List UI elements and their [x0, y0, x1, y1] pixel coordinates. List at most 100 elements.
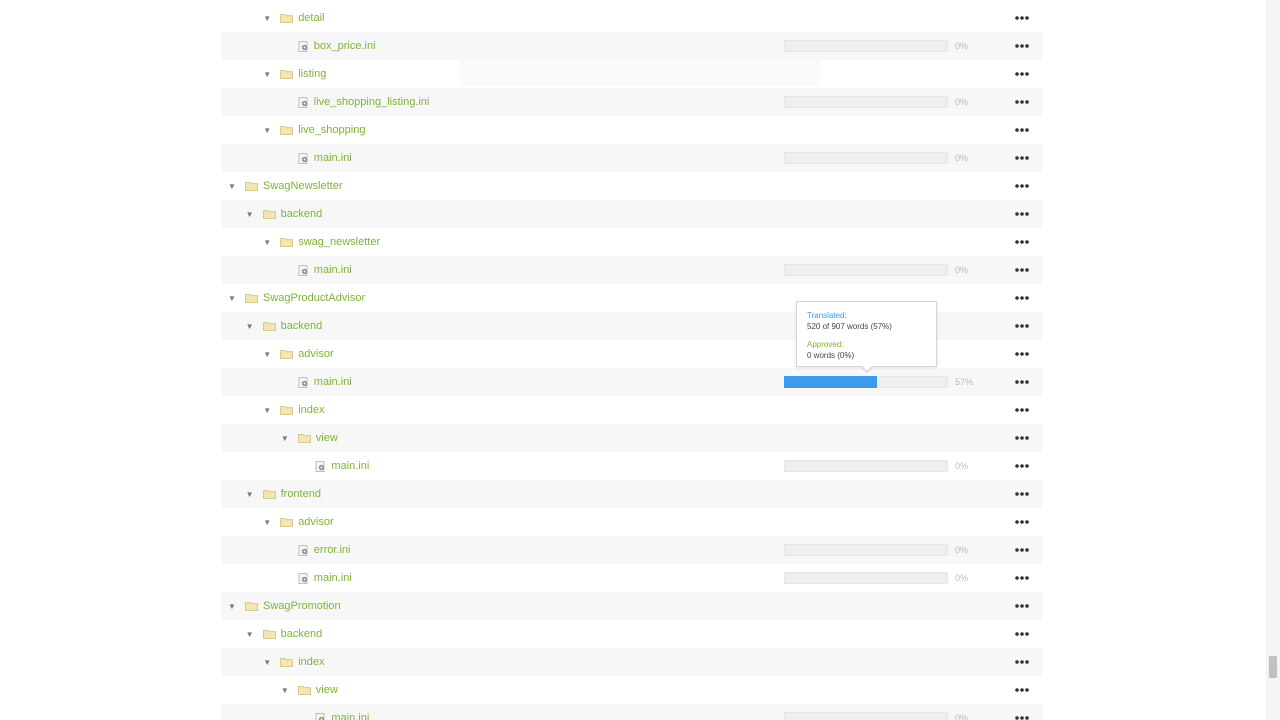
- translation-progress-bar[interactable]: [784, 460, 948, 472]
- file-name-link[interactable]: main.ini: [331, 460, 369, 472]
- folder-name-link[interactable]: backend: [281, 628, 323, 640]
- translation-progress-bar[interactable]: [784, 264, 948, 276]
- file-name-link[interactable]: main.ini: [314, 152, 352, 164]
- file-name-link[interactable]: main.ini: [314, 376, 352, 388]
- more-dots-icon[interactable]: [1012, 402, 1032, 418]
- tree-row-file[interactable]: main.ini 0%: [222, 452, 1042, 480]
- more-dots-icon[interactable]: [1012, 178, 1032, 194]
- folder-name-link[interactable]: frontend: [281, 488, 321, 500]
- file-name-link[interactable]: main.ini: [331, 712, 369, 720]
- file-name-link[interactable]: main.ini: [314, 264, 352, 276]
- folder-name-link[interactable]: SwagNewsletter: [263, 180, 342, 192]
- tree-row-folder[interactable]: ▼ advisor: [222, 508, 1042, 536]
- more-dots-icon[interactable]: [1012, 682, 1032, 698]
- folder-name-link[interactable]: SwagProductAdvisor: [263, 292, 365, 304]
- translation-progress-bar[interactable]: [784, 96, 948, 108]
- more-dots-icon[interactable]: [1012, 10, 1032, 26]
- more-dots-icon[interactable]: [1012, 598, 1032, 614]
- more-dots-icon[interactable]: [1012, 570, 1032, 586]
- tree-row-folder[interactable]: ▼ frontend: [222, 480, 1042, 508]
- more-dots-icon[interactable]: [1012, 374, 1032, 390]
- more-dots-icon[interactable]: [1012, 626, 1032, 642]
- more-dots-icon[interactable]: [1012, 486, 1032, 502]
- folder-name-link[interactable]: advisor: [298, 348, 333, 360]
- caret-down-icon[interactable]: ▼: [262, 657, 272, 667]
- tree-row-file[interactable]: main.ini 0%: [222, 256, 1042, 284]
- translation-progress-bar[interactable]: [784, 40, 948, 52]
- tree-row-folder[interactable]: ▼ listing: [222, 60, 1042, 88]
- tree-row-folder[interactable]: ▼ view: [222, 424, 1042, 452]
- more-dots-icon[interactable]: [1012, 458, 1032, 474]
- caret-down-icon[interactable]: ▼: [245, 209, 255, 219]
- caret-down-icon[interactable]: ▼: [280, 685, 290, 695]
- tree-row-file[interactable]: error.ini 0%: [222, 536, 1042, 564]
- caret-down-icon[interactable]: ▼: [245, 489, 255, 499]
- caret-down-icon[interactable]: ▼: [262, 13, 272, 23]
- caret-down-icon[interactable]: ▼: [245, 321, 255, 331]
- tree-row-file[interactable]: live_shopping_listing.ini 0%: [222, 88, 1042, 116]
- more-dots-icon[interactable]: [1012, 262, 1032, 278]
- vertical-scrollbar[interactable]: [1266, 0, 1280, 720]
- translation-progress-bar[interactable]: [784, 152, 948, 164]
- tree-row-file[interactable]: box_price.ini 0%: [222, 32, 1042, 60]
- translation-progress-bar[interactable]: [784, 712, 948, 720]
- more-dots-icon[interactable]: [1012, 654, 1032, 670]
- caret-down-icon[interactable]: ▼: [227, 601, 237, 611]
- more-dots-icon[interactable]: [1012, 234, 1032, 250]
- translation-progress-bar[interactable]: [784, 376, 948, 388]
- translation-progress-bar[interactable]: [784, 544, 948, 556]
- tree-row-folder[interactable]: ▼ index: [222, 648, 1042, 676]
- folder-name-link[interactable]: view: [316, 684, 338, 696]
- caret-down-icon[interactable]: ▼: [262, 125, 272, 135]
- folder-name-link[interactable]: SwagPromotion: [263, 600, 341, 612]
- more-dots-icon[interactable]: [1012, 290, 1032, 306]
- folder-name-link[interactable]: swag_newsletter: [298, 236, 380, 248]
- more-dots-icon[interactable]: [1012, 346, 1032, 362]
- file-name-link[interactable]: error.ini: [314, 544, 351, 556]
- more-dots-icon[interactable]: [1012, 66, 1032, 82]
- caret-down-icon[interactable]: ▼: [262, 405, 272, 415]
- tree-row-folder[interactable]: ▼ backend: [222, 620, 1042, 648]
- more-dots-icon[interactable]: [1012, 122, 1032, 138]
- folder-name-link[interactable]: index: [298, 656, 324, 668]
- more-dots-icon[interactable]: [1012, 430, 1032, 446]
- tree-row-file[interactable]: main.ini 0%: [222, 564, 1042, 592]
- file-name-link[interactable]: main.ini: [314, 572, 352, 584]
- folder-name-link[interactable]: backend: [281, 320, 323, 332]
- tree-row-folder[interactable]: ▼ view: [222, 676, 1042, 704]
- translation-progress-bar[interactable]: [784, 572, 948, 584]
- tree-row-folder[interactable]: ▼ SwagPromotion: [222, 592, 1042, 620]
- file-name-link[interactable]: live_shopping_listing.ini: [314, 96, 430, 108]
- tree-row-folder[interactable]: ▼ detail: [222, 4, 1042, 32]
- folder-name-link[interactable]: detail: [298, 12, 324, 24]
- caret-down-icon[interactable]: ▼: [227, 293, 237, 303]
- caret-down-icon[interactable]: ▼: [262, 237, 272, 247]
- tree-row-file[interactable]: main.ini 57%: [222, 368, 1042, 396]
- folder-name-link[interactable]: view: [316, 432, 338, 444]
- caret-down-icon[interactable]: ▼: [262, 69, 272, 79]
- folder-name-link[interactable]: advisor: [298, 516, 333, 528]
- folder-name-link[interactable]: listing: [298, 68, 326, 80]
- file-name-link[interactable]: box_price.ini: [314, 40, 376, 52]
- caret-down-icon[interactable]: ▼: [245, 629, 255, 639]
- scrollbar-thumb[interactable]: [1269, 656, 1277, 678]
- more-dots-icon[interactable]: [1012, 514, 1032, 530]
- caret-down-icon[interactable]: ▼: [280, 433, 290, 443]
- more-dots-icon[interactable]: [1012, 542, 1032, 558]
- more-dots-icon[interactable]: [1012, 94, 1032, 110]
- more-dots-icon[interactable]: [1012, 318, 1032, 334]
- tree-row-folder[interactable]: ▼ live_shopping: [222, 116, 1042, 144]
- more-dots-icon[interactable]: [1012, 206, 1032, 222]
- folder-name-link[interactable]: live_shopping: [298, 124, 365, 136]
- tree-row-file[interactable]: main.ini 0%: [222, 704, 1042, 720]
- folder-name-link[interactable]: index: [298, 404, 324, 416]
- tree-row-folder[interactable]: ▼ backend: [222, 200, 1042, 228]
- more-dots-icon[interactable]: [1012, 710, 1032, 720]
- caret-down-icon[interactable]: ▼: [262, 349, 272, 359]
- caret-down-icon[interactable]: ▼: [227, 181, 237, 191]
- more-dots-icon[interactable]: [1012, 38, 1032, 54]
- more-dots-icon[interactable]: [1012, 150, 1032, 166]
- tree-row-folder[interactable]: ▼ swag_newsletter: [222, 228, 1042, 256]
- folder-name-link[interactable]: backend: [281, 208, 323, 220]
- caret-down-icon[interactable]: ▼: [262, 517, 272, 527]
